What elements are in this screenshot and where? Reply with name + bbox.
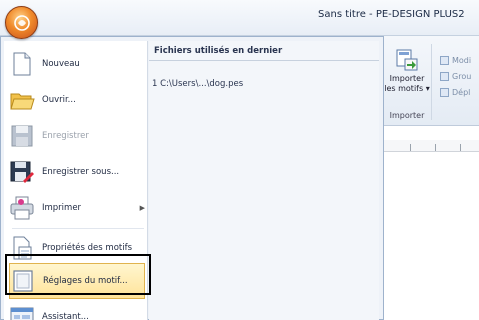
menu-item-new-label: Nouveau	[42, 59, 80, 69]
import-designs-button[interactable]: Importer les motifs ▾	[382, 44, 432, 120]
import-icon	[396, 49, 418, 71]
modify-icon	[440, 55, 449, 65]
menu-item-design-settings-label: Réglages du motif...	[43, 276, 128, 286]
menu-item-save-label: Enregistrer	[42, 131, 89, 141]
open-folder-icon	[10, 93, 35, 110]
move-label: Dépl	[452, 87, 471, 97]
menu-item-print[interactable]: Imprimer ▶	[9, 190, 145, 226]
move-icon	[440, 87, 449, 97]
properties-icon	[13, 236, 32, 260]
menu-item-save-as[interactable]: Enregistrer sous...	[9, 154, 145, 190]
application-menu-button[interactable]	[5, 6, 38, 39]
window-title: Sans titre - PE-DESIGN PLUS2	[318, 9, 465, 20]
new-document-icon	[13, 52, 31, 76]
wizard-icon	[10, 307, 34, 320]
group-label: Grou	[452, 71, 472, 81]
recent-file-item[interactable]: 1 C:\Users\...\dog.pes	[152, 79, 243, 89]
app-window: Sans titre - PE-DESIGN PLUS2 Importer le…	[0, 0, 479, 320]
menu-item-open-label: Ouvrir...	[42, 95, 76, 105]
import-label-line2: les motifs	[384, 84, 424, 93]
menu-item-print-label: Imprimer	[42, 203, 82, 213]
ruler-tick	[410, 144, 411, 151]
ribbon-group-separator	[431, 44, 432, 120]
menu-item-new[interactable]: Nouveau	[9, 46, 145, 82]
title-bar: Sans titre - PE-DESIGN PLUS2	[0, 0, 479, 36]
group-command[interactable]: Grou	[440, 70, 471, 82]
recent-files-header: Fichiers utilisés en dernier	[149, 41, 379, 61]
import-label-line1: Importer	[389, 74, 425, 83]
ruler	[380, 140, 479, 152]
app-logo-icon	[14, 15, 30, 31]
menu-item-open[interactable]: Ouvrir...	[9, 82, 145, 118]
save-icon	[11, 125, 33, 147]
ruler-tick	[435, 144, 436, 151]
dropdown-arrow-icon: ▾	[425, 84, 430, 93]
ruler-tick	[460, 144, 461, 151]
menu-item-save[interactable]: Enregistrer	[9, 118, 145, 154]
application-menu: Nouveau Ouvrir... Enregistrer Enregistre…	[0, 36, 384, 320]
save-as-icon	[10, 161, 34, 183]
design-settings-icon	[13, 270, 33, 292]
menu-item-save-as-label: Enregistrer sous...	[42, 167, 120, 177]
menu-item-properties[interactable]: Propriétés des motifs	[9, 230, 145, 266]
modify-label: Modi	[452, 55, 472, 65]
ribbon-group-label: Importer	[389, 111, 425, 120]
menu-item-design-settings[interactable]: Réglages du motif...	[9, 263, 145, 299]
app-menu-commands: Nouveau Ouvrir... Enregistrer Enregistre…	[4, 41, 148, 320]
menu-item-wizard[interactable]: Assistant...	[9, 299, 145, 320]
menu-item-properties-label: Propriétés des motifs	[42, 243, 133, 253]
group-icon	[440, 71, 449, 81]
submenu-arrow-icon: ▶	[139, 204, 145, 212]
menu-separator	[12, 228, 144, 229]
recent-files-panel: Fichiers utilisés en dernier 1 C:\Users\…	[149, 41, 379, 320]
menu-item-wizard-label: Assistant...	[42, 312, 89, 320]
modify-command[interactable]: Modi	[440, 54, 471, 66]
print-icon	[10, 196, 34, 220]
move-command[interactable]: Dépl	[440, 86, 470, 98]
